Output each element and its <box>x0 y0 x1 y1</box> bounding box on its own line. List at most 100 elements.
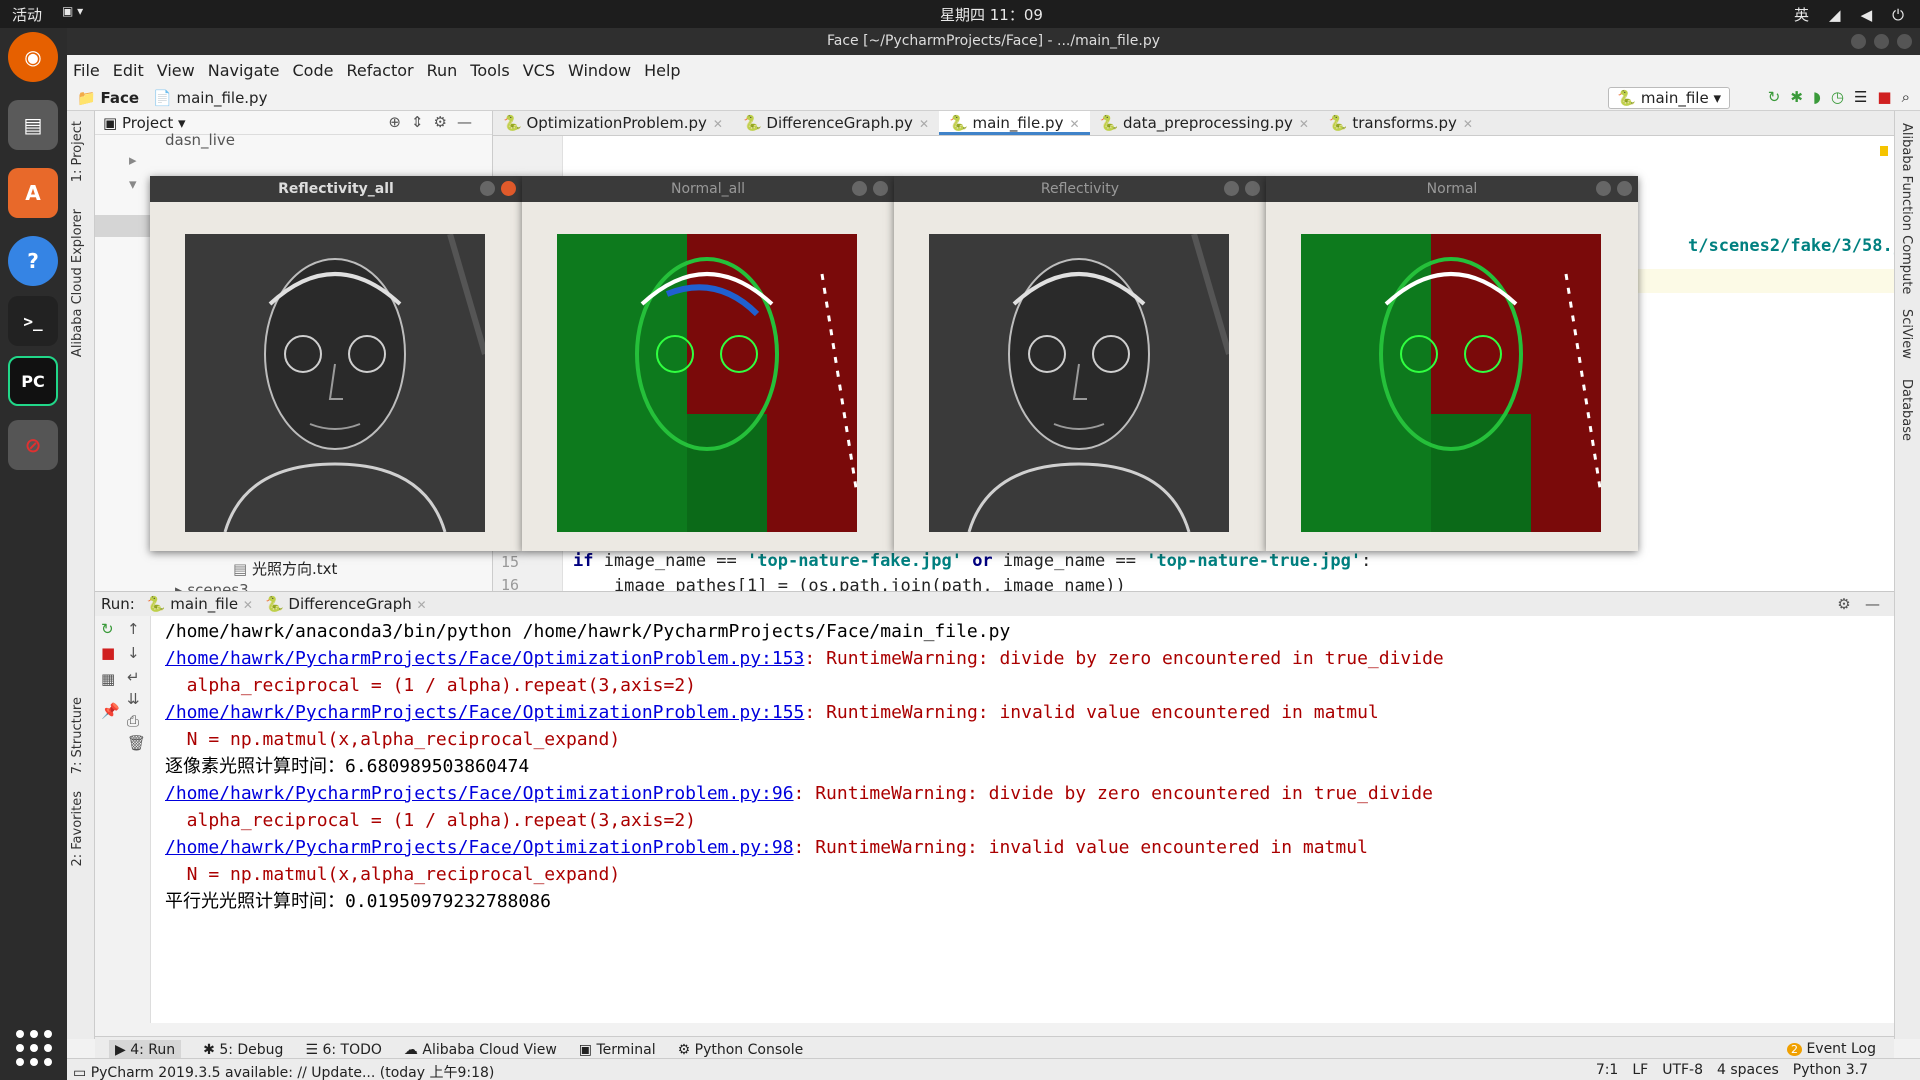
database-tool-tab[interactable]: Database <box>1899 379 1914 441</box>
run-console[interactable]: /home/hawrk/anaconda3/bin/python /home/h… <box>151 616 1894 1023</box>
image-window-titlebar[interactable]: Normal_all <box>522 176 894 202</box>
image-window-reflectivity-all[interactable]: Reflectivity_all <box>150 176 522 551</box>
tree-row-scenes[interactable]: ▸ scenes3 <box>175 581 249 591</box>
breadcrumb-project[interactable]: 📁 Face <box>77 89 139 107</box>
menu-tools[interactable]: Tools <box>470 61 509 80</box>
close-button[interactable] <box>1245 181 1260 196</box>
image-window-normal-all[interactable]: Normal_all <box>522 176 894 551</box>
python-console-button[interactable]: ⚙ Python Console <box>678 1042 804 1058</box>
line-separator[interactable]: LF <box>1632 1062 1648 1078</box>
close-button[interactable] <box>1897 34 1912 49</box>
menu-view[interactable]: View <box>157 61 195 80</box>
structure-tool-tab[interactable]: 7: Structure <box>70 697 85 774</box>
power-icon[interactable]: ⏻ <box>1892 6 1904 24</box>
run-tab-difference-graph[interactable]: 🐍 DifferenceGraph ✕ <box>265 595 427 613</box>
project-tool-tab[interactable]: 1: Project <box>70 121 85 182</box>
blocked-app-icon[interactable]: ⊘ <box>8 420 58 470</box>
image-window-reflectivity[interactable]: Reflectivity <box>894 176 1266 551</box>
network-icon[interactable]: ◢ <box>1829 6 1841 24</box>
terminal-icon[interactable]: >_ <box>8 296 58 346</box>
todo-tool-button[interactable]: ☰ 6: TODO <box>305 1042 381 1058</box>
close-button[interactable] <box>501 181 516 196</box>
maximize-button[interactable] <box>1874 34 1889 49</box>
window-titlebar[interactable]: Face [~/PycharmProjects/Face] - .../main… <box>67 28 1920 55</box>
update-notification[interactable]: ▭ PyCharm 2019.3.5 available: // Update.… <box>73 1062 494 1080</box>
debug-icon[interactable]: ✱ <box>1790 88 1803 106</box>
app-menu-icon[interactable]: ▣ ▾ <box>62 4 83 18</box>
minimize-button[interactable] <box>1596 181 1611 196</box>
console-link[interactable]: /home/hawrk/PycharmProjects/Face/Optimiz… <box>165 648 804 669</box>
down-arrow-icon[interactable]: ↓ <box>127 644 140 662</box>
menu-help[interactable]: Help <box>644 61 680 80</box>
minimize-button[interactable] <box>1224 181 1239 196</box>
python-interpreter[interactable]: Python 3.7 <box>1793 1062 1868 1078</box>
event-log-button[interactable]: 2 Event Log <box>1786 1041 1876 1057</box>
tab-main-file[interactable]: 🐍 main_file.py ✕ <box>939 111 1090 135</box>
volume-icon[interactable]: ◀ <box>1861 6 1873 24</box>
menu-code[interactable]: Code <box>293 61 334 80</box>
input-method-indicator[interactable]: 英 <box>1794 4 1809 25</box>
clock[interactable]: 星期四 11：09 <box>940 4 1043 25</box>
tree-row-top[interactable]: dasn_live <box>165 131 235 149</box>
menu-refactor[interactable]: Refactor <box>346 61 413 80</box>
system-tray[interactable]: 英 ◢ ◀ ⏻ <box>1794 4 1904 25</box>
breadcrumb-file[interactable]: 📄 main_file.py <box>153 89 267 107</box>
show-applications-icon[interactable] <box>16 1030 52 1066</box>
minimize-button[interactable] <box>1851 34 1866 49</box>
debug-tool-button[interactable]: ✱ 5: Debug <box>203 1042 283 1058</box>
stop-icon[interactable]: ■ <box>1877 88 1891 106</box>
tree-arrow[interactable]: ▸ <box>129 151 137 169</box>
tab-data-preprocessing[interactable]: 🐍 data_preprocessing.py ✕ <box>1090 111 1319 135</box>
help-icon[interactable]: ? <box>8 236 58 286</box>
software-center-icon[interactable]: A <box>8 168 58 218</box>
minimize-button[interactable] <box>852 181 867 196</box>
console-link[interactable]: /home/hawrk/PycharmProjects/Face/Optimiz… <box>165 837 794 858</box>
image-window-normal[interactable]: Normal <box>1266 176 1638 551</box>
tree-row-txt[interactable]: ▤ 光照方向.txt <box>233 558 337 579</box>
pycharm-icon[interactable]: PC <box>8 356 58 406</box>
run-tool-button[interactable]: ▶ 4: Run <box>109 1039 182 1060</box>
pin-icon[interactable]: 📌 <box>101 702 120 720</box>
caret-position[interactable]: 7:1 <box>1596 1062 1619 1078</box>
tab-difference-graph[interactable]: 🐍 DifferenceGraph.py ✕ <box>733 111 939 135</box>
alibaba-cloud-view-button[interactable]: ☁ Alibaba Cloud View <box>404 1042 557 1058</box>
menu-file[interactable]: File <box>73 61 100 80</box>
indent-setting[interactable]: 4 spaces <box>1717 1062 1779 1078</box>
menu-run[interactable]: Run <box>427 61 458 80</box>
scroll-to-end-icon[interactable]: ⇊ <box>127 690 140 708</box>
file-encoding[interactable]: UTF-8 <box>1662 1062 1703 1078</box>
firefox-icon[interactable]: ◉ <box>8 32 58 82</box>
close-button[interactable] <box>1617 181 1632 196</box>
run-configuration-select[interactable]: 🐍 main_file ▾ <box>1608 87 1730 109</box>
run-tab-main-file[interactable]: 🐍 main_file ✕ <box>147 595 253 613</box>
coverage-icon[interactable]: ◗ <box>1813 88 1821 106</box>
terminal-tool-button[interactable]: ▣ Terminal <box>579 1042 656 1058</box>
menu-navigate[interactable]: Navigate <box>208 61 280 80</box>
tab-optimization-problem[interactable]: 🐍 OptimizationProblem.py ✕ <box>493 111 733 135</box>
tree-arrow[interactable]: ▾ <box>129 175 137 193</box>
menu-vcs[interactable]: VCS <box>523 61 555 80</box>
image-window-titlebar[interactable]: Normal <box>1266 176 1638 202</box>
image-window-titlebar[interactable]: Reflectivity <box>894 176 1266 202</box>
up-arrow-icon[interactable]: ↑ <box>127 620 140 638</box>
close-button[interactable] <box>873 181 888 196</box>
project-panel-actions[interactable]: ⊕⇕⚙— <box>388 113 482 131</box>
menu-window[interactable]: Window <box>568 61 631 80</box>
print-icon[interactable]: ⎙ <box>127 712 139 730</box>
inspection-indicator[interactable] <box>1880 146 1888 156</box>
favorites-tool-tab[interactable]: 2: Favorites <box>70 791 85 867</box>
console-link[interactable]: /home/hawrk/PycharmProjects/Face/Optimiz… <box>165 702 804 723</box>
trash-icon[interactable]: 🗑 <box>127 734 146 752</box>
build-icon[interactable]: ☰ <box>1854 88 1867 106</box>
minimize-button[interactable] <box>480 181 495 196</box>
stop-icon[interactable]: ■ <box>101 644 115 662</box>
tab-transforms[interactable]: 🐍 transforms.py ✕ <box>1319 111 1483 135</box>
layout-icon[interactable]: ▦ <box>101 670 115 688</box>
files-icon[interactable]: ▤ <box>8 100 58 150</box>
image-window-titlebar[interactable]: Reflectivity_all <box>150 176 522 202</box>
sciview-tool-tab[interactable]: SciView <box>1899 309 1914 359</box>
function-compute-tool-tab[interactable]: Alibaba Function Compute <box>1899 123 1914 294</box>
profile-icon[interactable]: ◷ <box>1831 88 1844 106</box>
run-panel-settings[interactable]: ⚙ — <box>1837 595 1880 613</box>
rerun-icon[interactable]: ↻ <box>101 620 114 638</box>
